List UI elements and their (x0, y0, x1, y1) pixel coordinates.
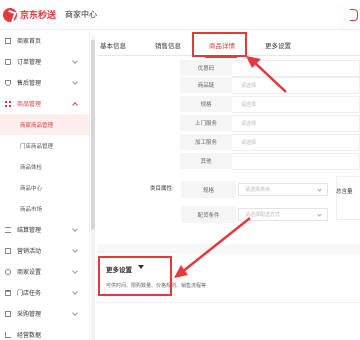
sidebar-subitem-product-check[interactable]: 商品体检 (0, 156, 89, 177)
chevron-down-icon (72, 268, 78, 274)
logo-text: 京东秒送 (20, 10, 57, 20)
chevron-down-icon (72, 58, 78, 64)
sidebar-item-business-data[interactable]: 经营数据 (0, 324, 89, 340)
chevron-down-icon (72, 310, 78, 316)
sidebar-item-home[interactable]: 商家首页 (0, 30, 89, 51)
sidebar-subitem-product-center[interactable]: 商品中心 (0, 177, 89, 198)
sidebar-item-label: 经营数据 (17, 333, 42, 339)
sidebar-item-label: 结算管理 (17, 228, 42, 234)
chevron-down-icon (72, 247, 78, 253)
total-content-box (336, 176, 360, 220)
sidebar-item-label: 订单管理 (17, 60, 42, 66)
select-placeholder: 请选择类目 (245, 187, 271, 193)
sidebar-item-orders[interactable]: 订单管理 (0, 51, 89, 72)
form-row: 优惠码 (180, 60, 360, 77)
form-input[interactable]: 请选择 (232, 134, 360, 151)
attribute-label: 规格 (181, 181, 236, 198)
form-label: 加工服务 (180, 134, 232, 151)
sidebar-item-label: 营销活动 (17, 249, 42, 255)
gear-icon (5, 268, 11, 275)
highlight-box-more-settings (98, 256, 172, 296)
select-placeholder: 请选择配送方式 (245, 212, 281, 218)
attribute-select[interactable]: 请选择类目 (238, 183, 328, 196)
sidebar-item-after-sales[interactable]: 售后管理 (0, 72, 89, 93)
form-input[interactable] (232, 153, 360, 170)
form-label: 优惠码 (180, 60, 232, 77)
form-row: 商品链 请选择 (180, 77, 360, 94)
chevron-down-icon (72, 289, 78, 295)
brand-logo[interactable]: 京东秒送 (3, 7, 57, 22)
category-attributes-label: 类目属性: (150, 186, 174, 192)
form-row: 规格 请选择 (180, 96, 360, 113)
sidebar-item-label: 采购管理 (17, 312, 42, 318)
form-row: 其他 (180, 153, 360, 170)
arrow-head-more-icon (174, 265, 188, 278)
sidebar-item-merchant-settings[interactable]: 商家设置 (0, 261, 89, 282)
content-scrollbar[interactable] (91, 36, 95, 340)
sidebar-subitem-store-products[interactable]: 门店商品管理 (0, 135, 89, 156)
sidebar-subitem-merchant-products[interactable]: 商家商品管理 (0, 114, 89, 135)
highlight-box-product-details-tab (192, 32, 247, 57)
attribute-label: 配货条件 (181, 206, 236, 223)
form-label: 其他 (180, 153, 232, 170)
sidebar-item-store-tasks[interactable]: 门店任务 (0, 282, 89, 303)
attribute-row: 规格 请选择类目 (181, 181, 328, 198)
form-input[interactable]: 请选择 (232, 115, 360, 132)
chevron-down-icon (72, 79, 78, 85)
form-input[interactable]: 请选择 (232, 77, 360, 94)
home-icon (5, 37, 11, 44)
logo-icon (3, 7, 17, 22)
merchant-center-label: 商家中心 (65, 10, 98, 19)
gift-icon (5, 247, 11, 254)
section-divider (97, 244, 360, 254)
attribute-row: 配货条件 请选择配送方式 (181, 206, 328, 223)
scrollbar-thumb[interactable] (91, 40, 95, 230)
sidebar-item-label: 门店任务 (17, 291, 42, 297)
tab-more-settings[interactable]: 更多设置 (265, 40, 291, 50)
sidebar-subitem-label: 商品中心 (20, 185, 43, 192)
top-bar: 京东秒送 商家中心 (0, 0, 360, 30)
sidebar-subitem-label: 商品体检 (20, 164, 43, 171)
volume-icon[interactable] (350, 9, 358, 21)
sidebar-item-products[interactable]: 商品管理 (0, 93, 89, 114)
form-label: 规格 (180, 96, 232, 113)
form-row: 加工服务 请选择 (180, 134, 360, 151)
attribute-select[interactable]: 请选择配送方式 (238, 208, 328, 221)
sidebar: 商家首页 订单管理 售后管理 商品管理 商家商品管理 门店商品管理 商品体检 商… (0, 30, 90, 340)
sidebar-item-label: 商品管理 (17, 102, 42, 108)
chevron-up-icon (72, 102, 78, 108)
tab-sales-info[interactable]: 销售信息 (155, 40, 181, 50)
sidebar-item-label: 售后管理 (17, 81, 42, 87)
chevron-down-icon (72, 226, 78, 232)
box-icon (5, 310, 11, 317)
form-label: 上门服务 (180, 115, 232, 132)
grid-icon (5, 100, 11, 107)
tab-basic-info[interactable]: 基本信息 (100, 40, 126, 50)
form-row: 上门服务 请选择 (180, 115, 360, 132)
total-content-label: 总含量 (336, 189, 353, 195)
bottom-section (97, 302, 360, 340)
sidebar-item-label: 商家首页 (17, 39, 42, 45)
app-root: 京东秒送 商家中心 商家首页 订单管理 售后管理 商品管理 商家商品管理 门店商… (0, 0, 360, 340)
chevron-down-icon (317, 212, 322, 217)
list-icon (5, 226, 11, 233)
sidebar-item-settlement[interactable]: 结算管理 (0, 219, 89, 240)
document-icon (5, 58, 11, 65)
sidebar-subitem-product-market[interactable]: 商品市场 (0, 198, 89, 219)
form-input[interactable] (232, 60, 360, 77)
sidebar-subitem-label: 商家商品管理 (20, 122, 54, 129)
store-icon (5, 289, 11, 296)
sidebar-subitem-label: 商品市场 (20, 206, 43, 213)
chevron-down-icon (317, 187, 322, 192)
chart-icon (5, 331, 11, 338)
form-input[interactable]: 请选择 (232, 96, 360, 113)
sidebar-item-label: 商家设置 (17, 270, 42, 276)
sidebar-subitem-label: 门店商品管理 (20, 143, 54, 150)
shield-icon (5, 79, 11, 86)
sidebar-item-procurement[interactable]: 采购管理 (0, 303, 89, 324)
form-label: 商品链 (180, 77, 232, 94)
sidebar-item-marketing[interactable]: 营销活动 (0, 240, 89, 261)
